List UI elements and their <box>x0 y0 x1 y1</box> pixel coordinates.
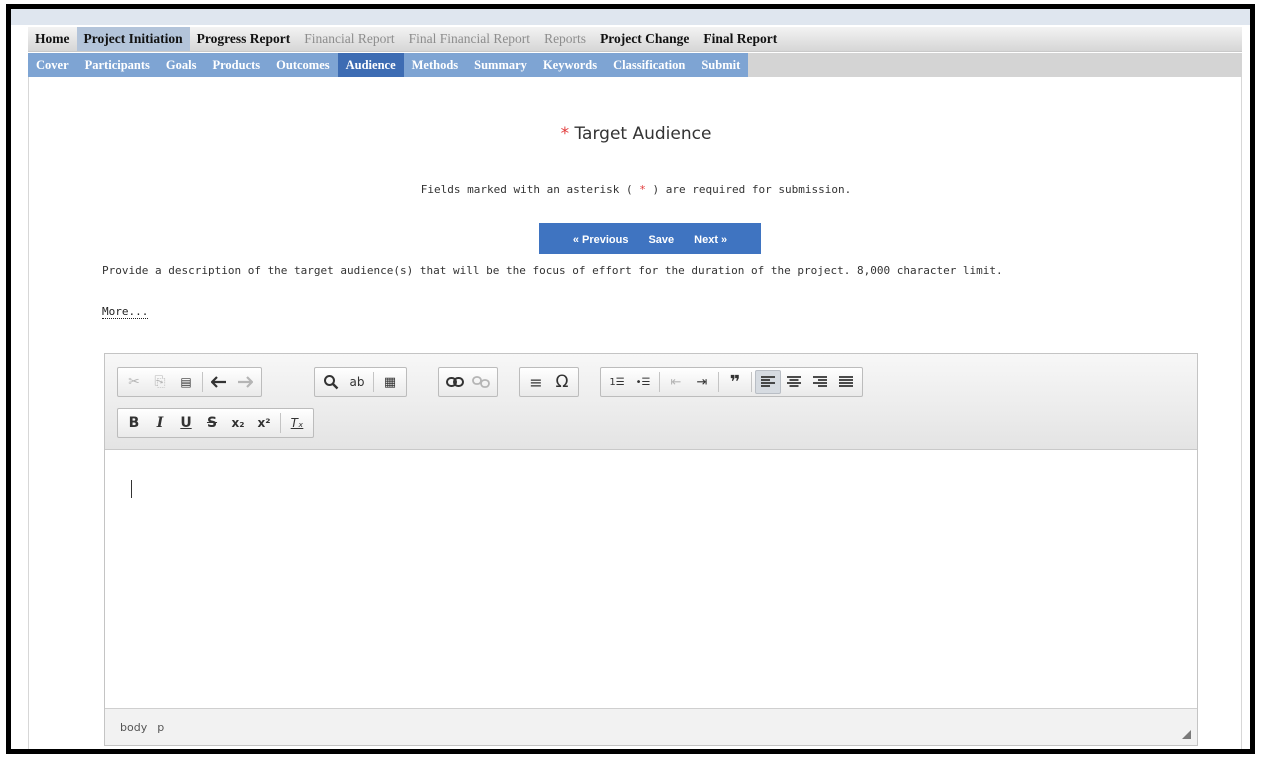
copy-icon[interactable]: ⎘ <box>147 370 173 394</box>
underline-icon[interactable]: U <box>173 411 199 435</box>
replace-icon[interactable]: ab <box>344 370 370 394</box>
top-strip <box>11 9 1250 25</box>
secondary-nav: Cover Participants Goals Products Outcom… <box>28 53 1242 77</box>
field-description: Provide a description of the target audi… <box>102 264 1222 277</box>
editor-text-area[interactable] <box>105 451 1197 705</box>
tab-outcomes[interactable]: Outcomes <box>268 53 337 77</box>
subscript-icon[interactable]: x₂ <box>225 411 251 435</box>
nav-project-initiation[interactable]: Project Initiation <box>76 27 190 51</box>
toolbar-separator <box>751 372 752 392</box>
resize-handle-icon[interactable] <box>1182 730 1191 739</box>
form-button-bar: « Previous Save Next » <box>539 223 761 254</box>
strikethrough-icon[interactable]: S <box>199 411 225 435</box>
numbered-list-icon[interactable]: 1☰ <box>604 370 630 394</box>
cut-icon[interactable]: ✂ <box>121 370 147 394</box>
align-right-icon[interactable] <box>807 370 833 394</box>
required-asterisk: * <box>560 124 570 144</box>
required-note: Fields marked with an asterisk ( * ) are… <box>29 183 1243 196</box>
indent-icon[interactable]: ⇥ <box>689 370 715 394</box>
toolbar-separator <box>373 372 374 392</box>
main-content: * Target Audience Fields marked with an … <box>28 77 1243 749</box>
editor-toolbar: ✂ ⎘ ▤ ab ▦ ≡ Ω 1☰ •☰ ⇤ ⇥ ❞ B I U S x₂ x²… <box>105 354 1197 450</box>
remove-format-icon[interactable]: Tₓ <box>284 411 310 435</box>
rich-text-editor: ✂ ⎘ ▤ ab ▦ ≡ Ω 1☰ •☰ ⇤ ⇥ ❞ B I U S x₂ x²… <box>104 353 1198 746</box>
toolbar-separator <box>659 372 660 392</box>
page-title: * Target Audience <box>29 124 1243 144</box>
unlink-icon[interactable] <box>468 370 494 394</box>
nav-financial-report: Financial Report <box>304 31 395 46</box>
insert-group: ≡ Ω <box>519 367 579 397</box>
align-left-icon[interactable] <box>755 370 781 394</box>
tab-participants[interactable]: Participants <box>77 53 158 77</box>
link-icon[interactable] <box>442 370 468 394</box>
paragraph-group: 1☰ •☰ ⇤ ⇥ ❞ <box>600 367 863 397</box>
primary-nav: Home Project Initiation Progress Report … <box>28 27 1242 52</box>
bold-icon[interactable]: B <box>121 411 147 435</box>
superscript-icon[interactable]: x² <box>251 411 277 435</box>
tab-keywords[interactable]: Keywords <box>535 53 605 77</box>
editing-group: ab ▦ <box>314 367 407 397</box>
nav-progress-report[interactable]: Progress Report <box>190 27 298 51</box>
link-group <box>438 367 498 397</box>
nav-home[interactable]: Home <box>28 27 77 51</box>
undo-icon[interactable] <box>206 370 232 394</box>
secondary-tabs: Cover Participants Goals Products Outcom… <box>28 53 749 77</box>
screenshot-frame: Home Project Initiation Progress Report … <box>6 4 1255 754</box>
note-suffix: ) are required for submission. <box>652 183 852 196</box>
previous-button[interactable]: « Previous <box>563 234 639 246</box>
text-caret <box>131 480 132 498</box>
spellcheck-icon[interactable]: ▦ <box>377 370 403 394</box>
nav-final-financial-report: Final Financial Report <box>408 31 531 46</box>
horizontal-rule-icon[interactable]: ≡ <box>523 370 549 394</box>
blockquote-icon[interactable]: ❞ <box>722 370 748 394</box>
tab-submit[interactable]: Submit <box>693 53 748 77</box>
nav-reports: Reports <box>544 31 587 46</box>
nav-project-change[interactable]: Project Change <box>593 27 696 51</box>
page-title-text: Target Audience <box>574 124 712 144</box>
note-prefix: Fields marked with an asterisk ( <box>420 183 633 196</box>
tab-summary[interactable]: Summary <box>466 53 535 77</box>
editor-status-bar: body p <box>105 708 1197 745</box>
bulleted-list-icon[interactable]: •☰ <box>630 370 656 394</box>
paste-text-icon[interactable]: ▤ <box>173 370 199 394</box>
clipboard-group: ✂ ⎘ ▤ <box>117 367 262 397</box>
tab-methods[interactable]: Methods <box>404 53 467 77</box>
next-button[interactable]: Next » <box>684 234 737 246</box>
tab-products[interactable]: Products <box>204 53 268 77</box>
find-icon[interactable] <box>318 370 344 394</box>
tab-goals[interactable]: Goals <box>158 53 205 77</box>
tab-cover[interactable]: Cover <box>28 53 77 77</box>
toolbar-separator <box>718 372 719 392</box>
more-link[interactable]: More... <box>102 305 149 319</box>
special-char-icon[interactable]: Ω <box>549 370 575 394</box>
formatting-group: B I U S x₂ x² Tₓ <box>117 408 314 438</box>
nav-final-report[interactable]: Final Report <box>696 27 784 51</box>
tab-classification[interactable]: Classification <box>605 53 693 77</box>
align-center-icon[interactable] <box>781 370 807 394</box>
italic-icon[interactable]: I <box>147 411 173 435</box>
toolbar-separator <box>280 413 281 433</box>
toolbar-separator <box>202 372 203 392</box>
tab-audience[interactable]: Audience <box>337 53 404 77</box>
note-asterisk: * <box>632 183 653 196</box>
save-button[interactable]: Save <box>638 234 684 246</box>
path-body[interactable]: body <box>120 721 147 734</box>
path-p[interactable]: p <box>157 721 164 734</box>
redo-icon[interactable] <box>232 370 258 394</box>
outdent-icon[interactable]: ⇤ <box>663 370 689 394</box>
justify-icon[interactable] <box>833 370 859 394</box>
